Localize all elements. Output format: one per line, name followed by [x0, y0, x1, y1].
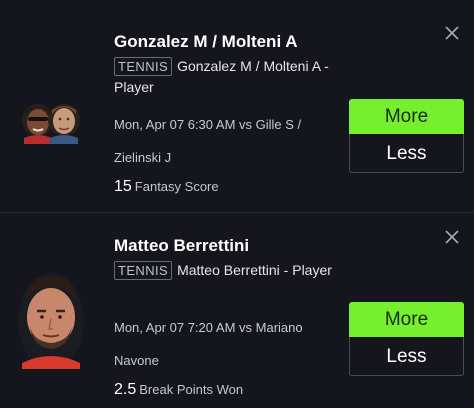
more-button[interactable]: More [349, 302, 464, 337]
less-button[interactable]: Less [349, 134, 464, 173]
player-avatar [18, 273, 84, 369]
stat-label: Fantasy Score [134, 179, 219, 194]
match-info: Mon, Apr 07 7:20 AM vs Mariano Navone [114, 320, 303, 368]
more-button[interactable]: More [349, 99, 464, 134]
projection-card: Gonzalez M / Molteni A TENNIS Gonzalez M … [0, 0, 474, 212]
stat-value: 2.5 [114, 381, 137, 398]
player-info: TENNIS Matteo Berrettini - Player [114, 260, 346, 281]
sport-tag: TENNIS [114, 261, 173, 280]
close-icon[interactable] [444, 25, 460, 41]
player-info: TENNIS Gonzalez M / Molteni A - Player [114, 56, 346, 98]
stat-line: 15 Fantasy Score [114, 178, 219, 196]
player-name: Matteo Berrettini [114, 236, 250, 255]
player-name: Gonzalez M / Molteni A [114, 32, 298, 51]
player-avatar [22, 104, 80, 144]
pick-buttons: More Less [349, 302, 464, 376]
sport-tag: TENNIS [114, 57, 173, 76]
close-icon[interactable] [444, 229, 460, 245]
pick-buttons: More Less [349, 99, 464, 173]
match-info: Mon, Apr 07 6:30 AM vs Gille S / Zielins… [114, 117, 302, 165]
stat-line: 2.5 Break Points Won [114, 381, 243, 399]
projection-card: Matteo Berrettini TENNIS Matteo Berrettin… [0, 213, 474, 408]
stat-label: Break Points Won [139, 382, 244, 397]
player-avatar-group [18, 271, 84, 369]
player-line: Matteo Berrettini - Player [177, 262, 332, 278]
player-avatar-group [18, 96, 84, 144]
stat-value: 15 [114, 178, 132, 195]
less-button[interactable]: Less [349, 337, 464, 376]
